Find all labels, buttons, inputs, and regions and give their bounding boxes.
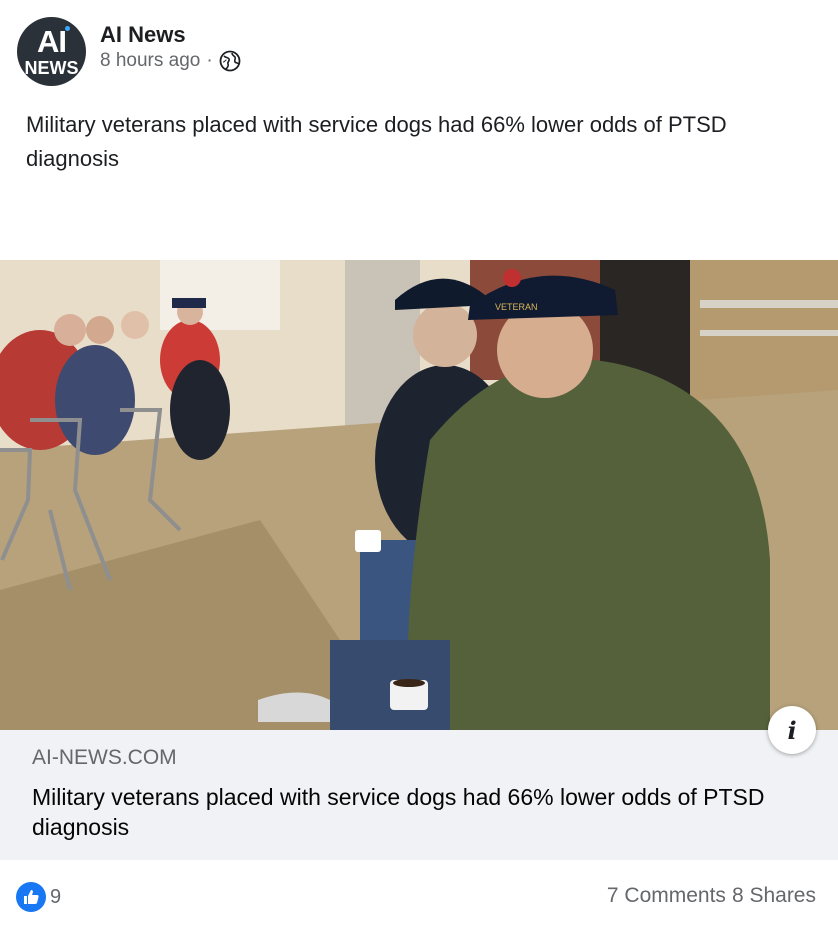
page-name[interactable]: AI News (100, 23, 241, 47)
avatar-logo-news: NEWS (24, 58, 79, 78)
svg-text:VETERAN: VETERAN (495, 302, 538, 312)
reaction-count: 9 (50, 885, 62, 908)
info-icon[interactable]: i (768, 706, 816, 754)
like-icon (16, 882, 46, 912)
info-icon-glyph: i (787, 715, 797, 745)
post-text: Military veterans placed with service do… (26, 112, 727, 171)
post-footer: 9 7 Comments 8 Shares (0, 872, 838, 922)
post-photo[interactable]: VETERAN (0, 260, 838, 730)
avatar-logo-ai: AI (37, 24, 67, 59)
post-timestamp[interactable]: 8 hours ago (100, 49, 200, 73)
globe-icon[interactable] (219, 50, 241, 72)
page-avatar[interactable]: AI NEWS (17, 17, 86, 86)
post-header: AI NEWS AI News 8 hours ago · (17, 17, 241, 87)
avatar-logo-dot (65, 26, 70, 31)
meta-separator: · (206, 50, 213, 71)
reactions-summary[interactable]: 9 (16, 882, 61, 912)
header-text: AI News 8 hours ago · (100, 17, 241, 73)
link-title: Military veterans placed with service do… (32, 784, 765, 840)
shares-count[interactable]: 8 Shares (732, 884, 816, 908)
engagement-counts: 7 Comments 8 Shares (607, 884, 816, 908)
link-domain: AI-NEWS.COM (32, 746, 177, 769)
post-meta: 8 hours ago · (100, 49, 241, 73)
comments-count[interactable]: 7 Comments (607, 884, 726, 908)
link-preview[interactable]: AI-NEWS.COM Military veterans placed wit… (0, 730, 838, 860)
